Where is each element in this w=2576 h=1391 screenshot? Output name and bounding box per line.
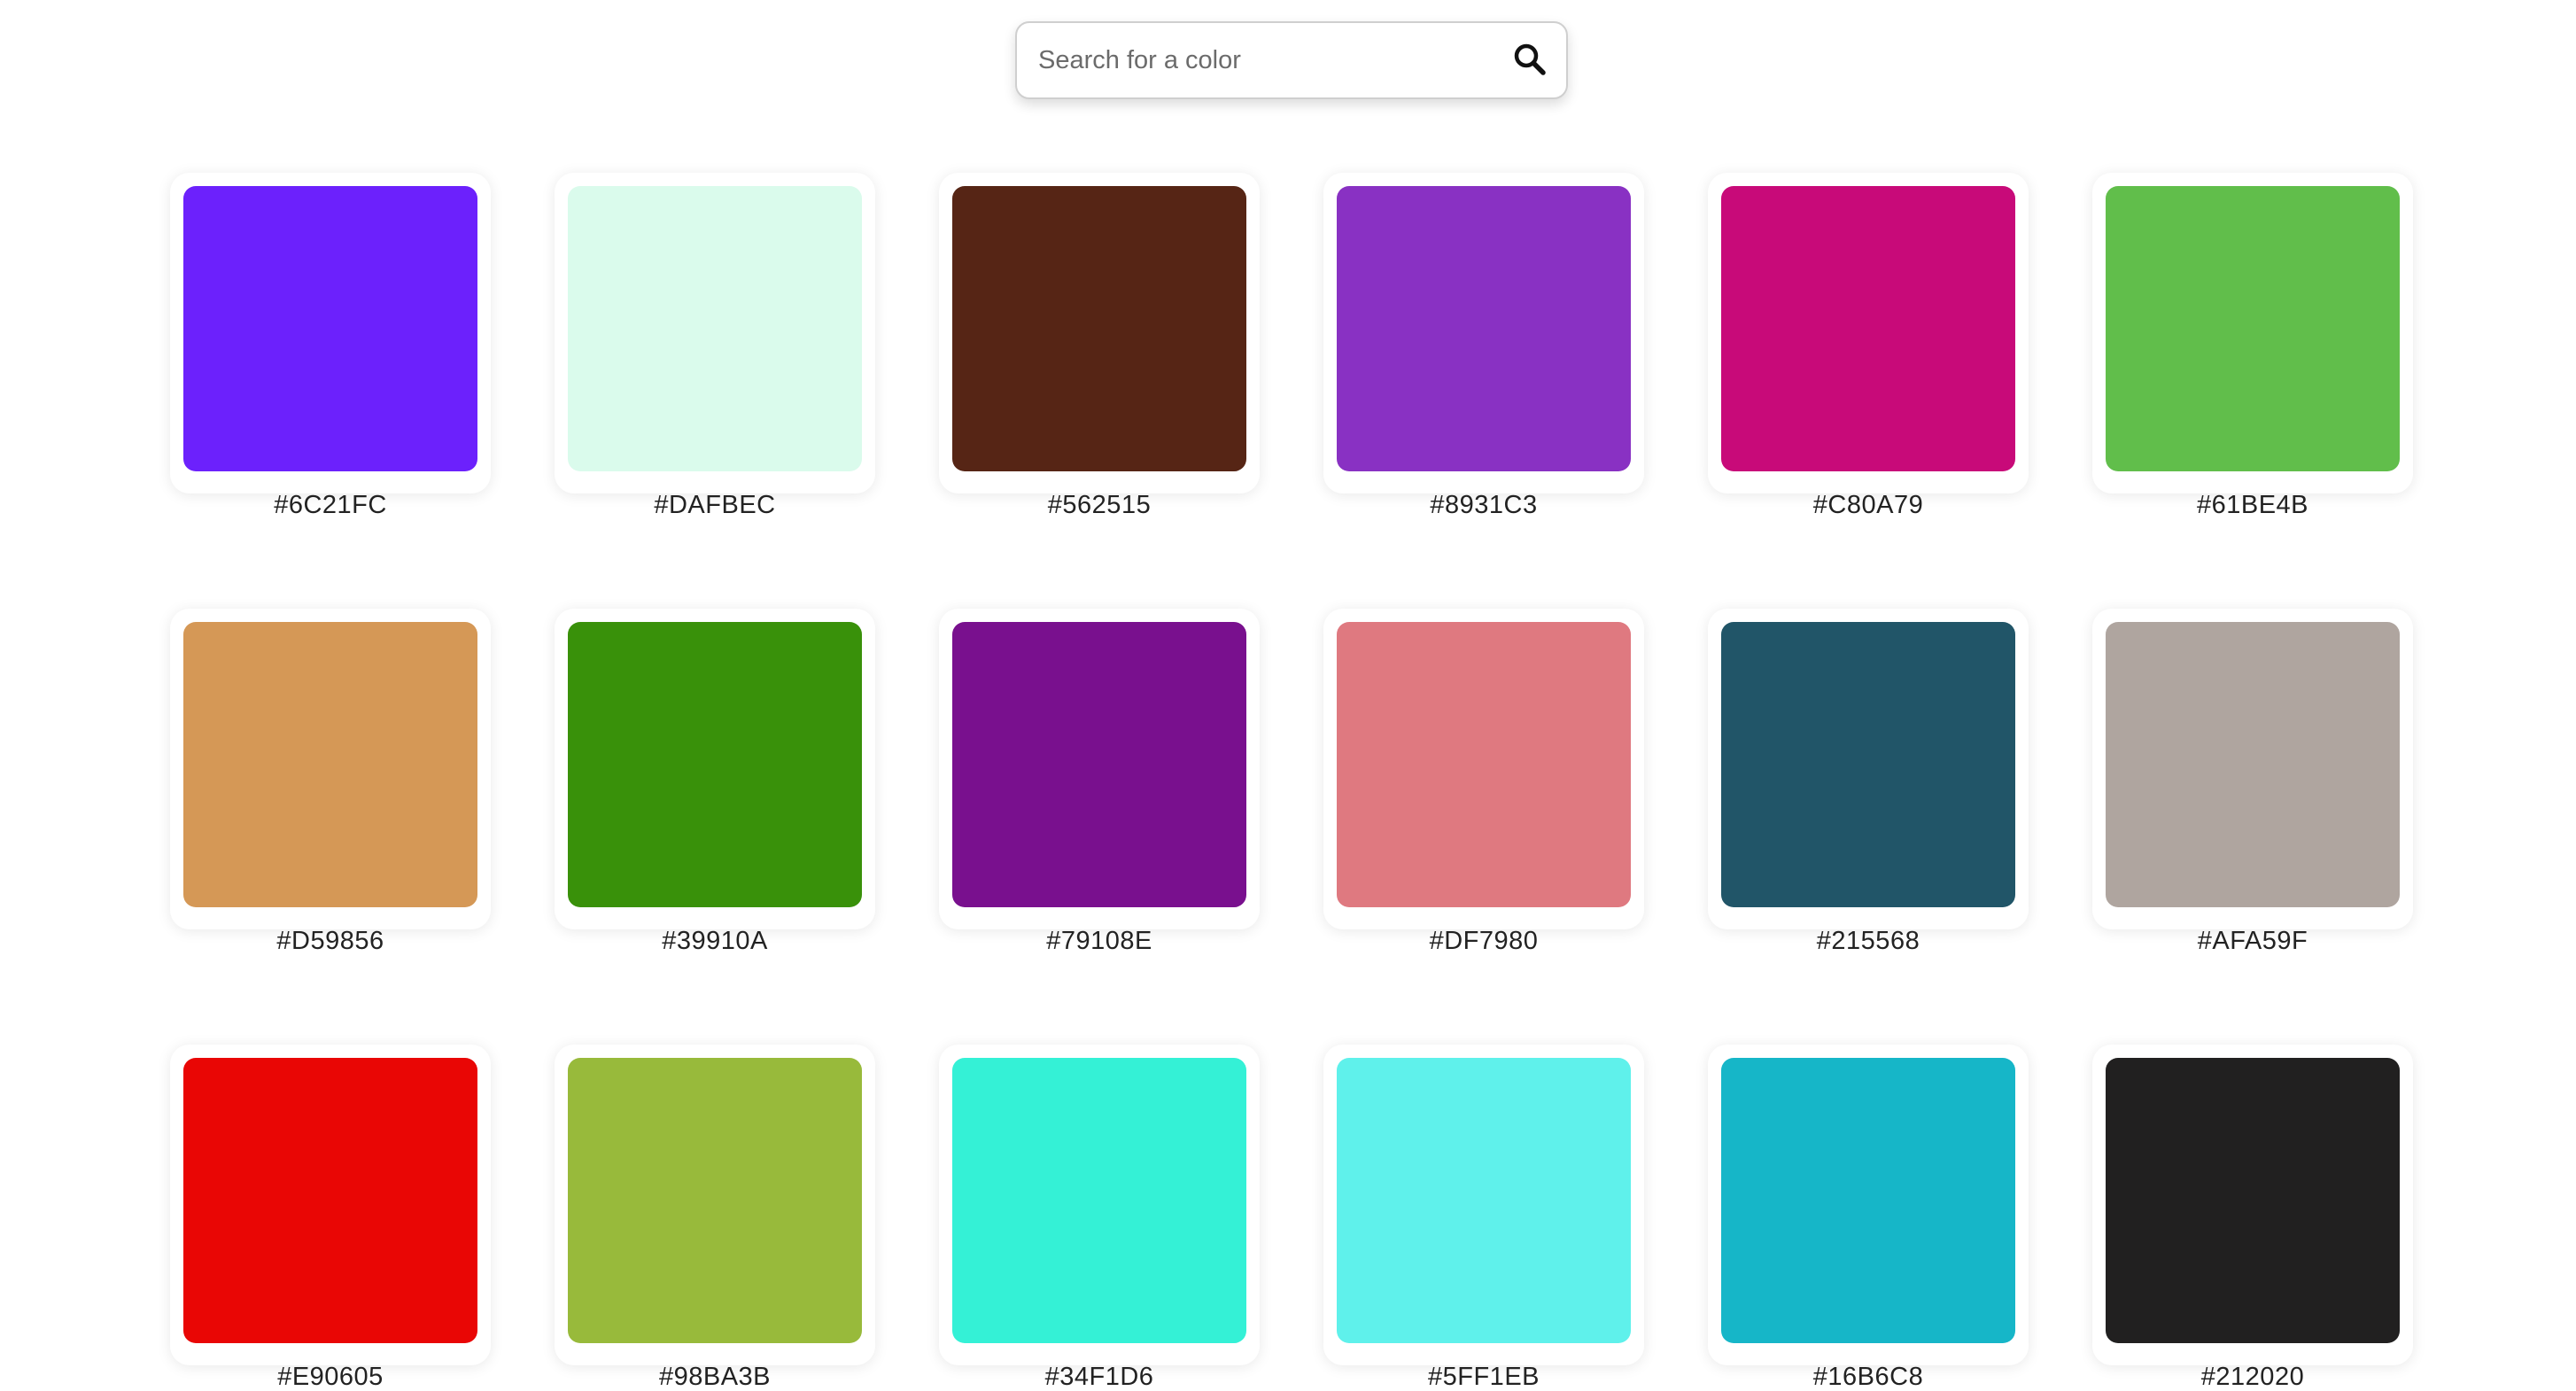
color-swatch — [2106, 186, 2400, 471]
color-swatch — [1337, 186, 1631, 471]
color-swatch — [1721, 186, 2015, 471]
color-swatch — [952, 1058, 1246, 1343]
color-hex-label: #E90605 — [277, 1363, 384, 1391]
search-icon[interactable] — [1511, 41, 1550, 80]
color-card[interactable]: #AFA59F — [2092, 609, 2413, 955]
color-hex-label: #5FF1EB — [1428, 1363, 1540, 1391]
color-hex-label: #39910A — [662, 927, 768, 955]
color-card[interactable]: #5FF1EB — [1323, 1045, 1644, 1391]
color-card[interactable]: #6C21FC — [170, 173, 491, 519]
color-card[interactable]: #61BE4B — [2092, 173, 2413, 519]
color-card[interactable]: #34F1D6 — [939, 1045, 1260, 1391]
color-swatch — [568, 186, 862, 471]
color-card[interactable]: #DAFBEC — [555, 173, 875, 519]
color-card[interactable]: #D59856 — [170, 609, 491, 955]
color-swatch — [183, 622, 477, 907]
color-hex-label: #34F1D6 — [1044, 1363, 1154, 1391]
color-card[interactable]: #C80A79 — [1708, 173, 2029, 519]
color-hex-label: #98BA3B — [658, 1363, 772, 1391]
color-card[interactable]: #212020 — [2092, 1045, 2413, 1391]
color-swatch — [568, 1058, 862, 1343]
search-bar — [1015, 21, 1568, 99]
color-hex-label: #16B6C8 — [1812, 1363, 1924, 1391]
color-swatch — [183, 1058, 477, 1343]
color-card[interactable]: #8931C3 — [1323, 173, 1644, 519]
color-swatch — [1721, 1058, 2015, 1343]
color-hex-label: #C80A79 — [1812, 491, 1924, 519]
color-swatch — [183, 186, 477, 471]
color-card[interactable]: #562515 — [939, 173, 1260, 519]
color-hex-label: #AFA59F — [2197, 927, 2308, 955]
color-hex-label: #562515 — [1047, 491, 1152, 519]
color-swatch — [1721, 622, 2015, 907]
color-card[interactable]: #98BA3B — [555, 1045, 875, 1391]
color-hex-label: #215568 — [1816, 927, 1920, 955]
color-swatch — [1337, 1058, 1631, 1343]
color-card[interactable]: #E90605 — [170, 1045, 491, 1391]
color-swatch — [1337, 622, 1631, 907]
color-card[interactable]: #16B6C8 — [1708, 1045, 2029, 1391]
color-swatch — [568, 622, 862, 907]
color-swatch — [2106, 1058, 2400, 1343]
color-swatch — [952, 622, 1246, 907]
color-card[interactable]: #79108E — [939, 609, 1260, 955]
color-hex-label: #D59856 — [276, 927, 384, 955]
color-gallery-page: #6C21FC #DAFBEC #562515 #8931C3 #C80A79 #61BE… — [0, 0, 2576, 1391]
color-hex-label: #DAFBEC — [654, 491, 776, 519]
color-hex-label: #DF7980 — [1429, 927, 1539, 955]
search-input[interactable] — [1038, 23, 1481, 97]
color-swatch — [2106, 622, 2400, 907]
color-card[interactable]: #215568 — [1708, 609, 2029, 955]
color-card[interactable]: #39910A — [555, 609, 875, 955]
color-swatch — [952, 186, 1246, 471]
color-grid: #6C21FC #DAFBEC #562515 #8931C3 #C80A79 #61BE… — [170, 173, 2413, 1391]
color-hex-label: #61BE4B — [2196, 491, 2309, 519]
color-hex-label: #8931C3 — [1430, 491, 1538, 519]
color-hex-label: #79108E — [1046, 927, 1152, 955]
color-hex-label: #212020 — [2200, 1363, 2305, 1391]
color-hex-label: #6C21FC — [274, 491, 387, 519]
color-card[interactable]: #DF7980 — [1323, 609, 1644, 955]
